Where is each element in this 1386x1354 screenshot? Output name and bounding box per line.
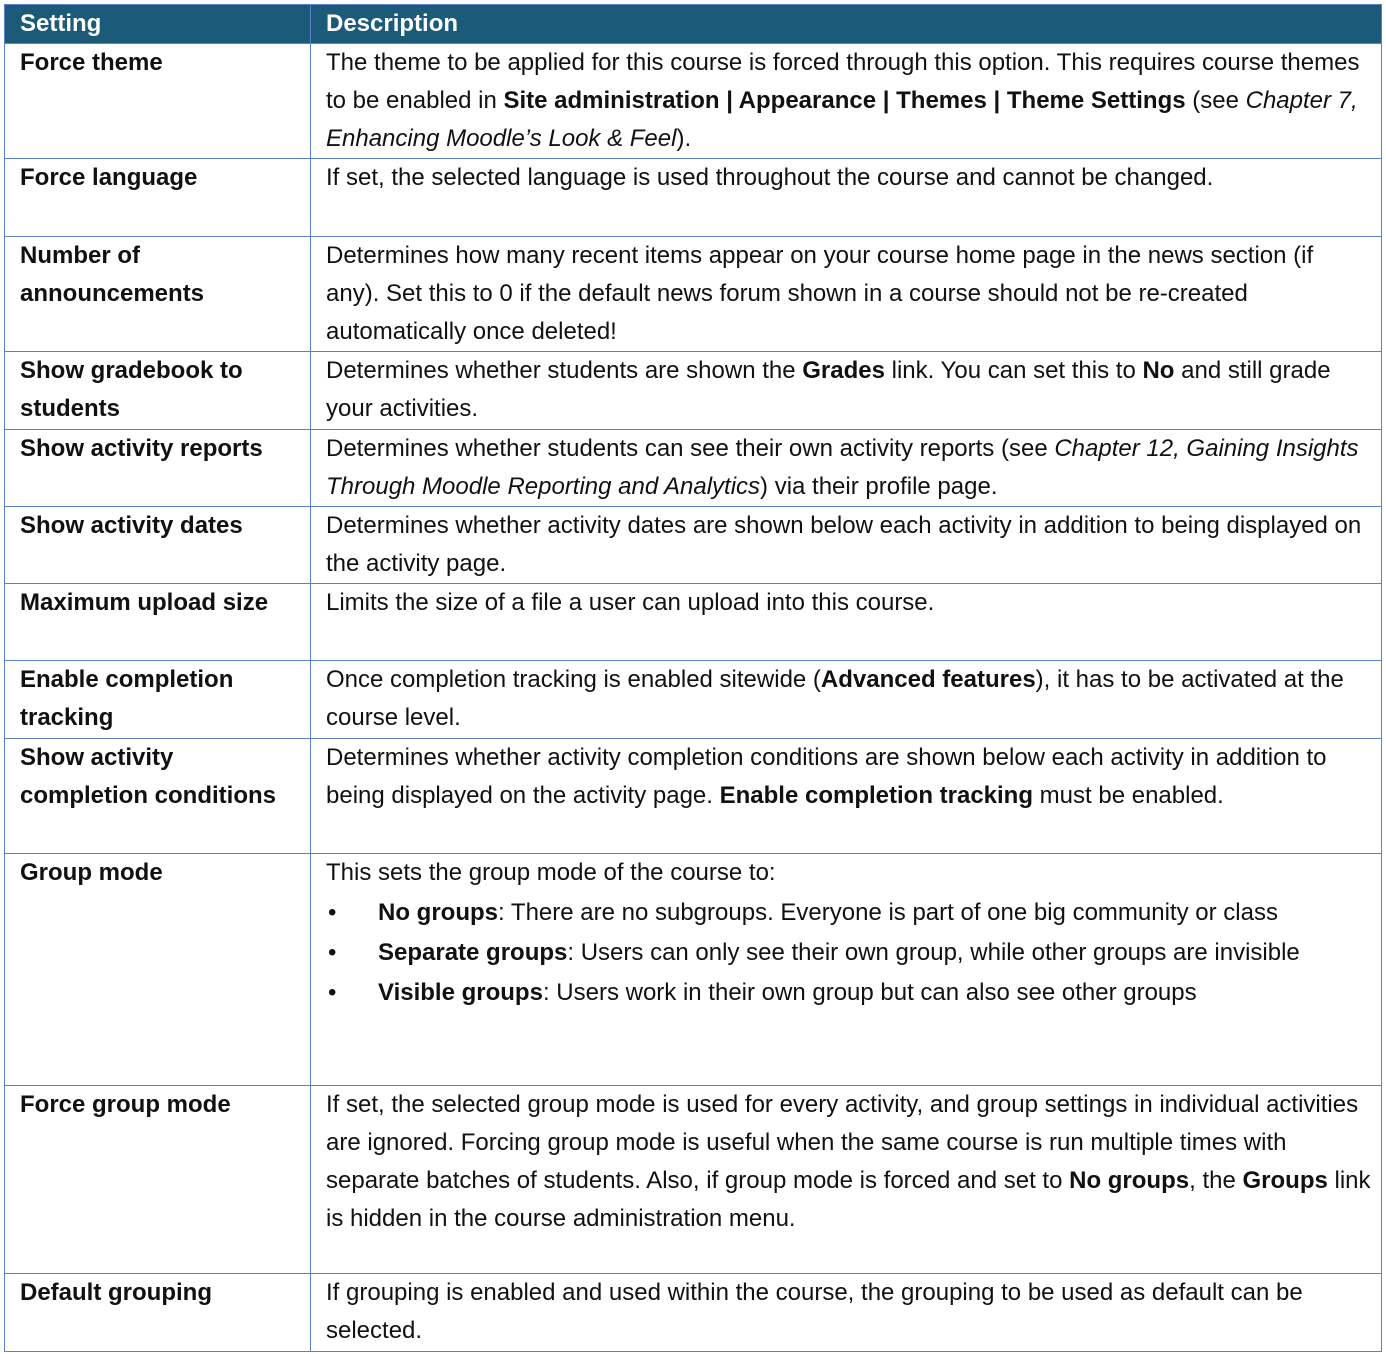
option-name: Visible groups: [378, 979, 543, 1006]
option-name: No groups: [378, 899, 498, 926]
desc-text: link. You can set this to: [884, 357, 1143, 384]
column-header-description: Description: [310, 4, 1382, 44]
setting-description: If set, the selected language is used th…: [310, 158, 1382, 237]
desc-text: Determines how many recent items appear …: [326, 242, 1314, 345]
list-item: • Visible groups: Users work in their own…: [326, 974, 1371, 1012]
column-header-setting: Setting: [4, 4, 311, 44]
course-settings-table: Setting Description Force theme The them…: [4, 4, 1382, 1352]
table-row: Show gradebook to students Determines wh…: [4, 351, 1382, 430]
desc-text: Once completion tracking is enabled site…: [326, 666, 821, 693]
setting-name: Show activity dates: [4, 506, 311, 584]
setting-name: Default grouping: [4, 1273, 311, 1352]
setting-description: Determines whether activity dates are sh…: [310, 506, 1382, 584]
bullet-icon: •: [328, 939, 337, 966]
setting-description: If grouping is enabled and used within t…: [310, 1273, 1382, 1352]
setting-name: Show activity reports: [4, 429, 311, 507]
desc-bold: Enable completion tracking: [719, 782, 1034, 809]
desc-text: Determines whether students are shown th…: [326, 357, 803, 384]
setting-name: Group mode: [4, 853, 311, 1086]
option-text: : Users work in their own group but can …: [542, 979, 1197, 1006]
table-header-row: Setting Description: [4, 4, 1382, 44]
bullet-icon: •: [328, 899, 337, 926]
desc-bold: No groups: [1069, 1167, 1190, 1194]
desc-text: Determines whether students can see thei…: [326, 435, 1055, 462]
setting-description: Limits the size of a file a user can upl…: [310, 583, 1382, 661]
table-row: Show activity reports Determines whether…: [4, 429, 1382, 507]
setting-description: Determines whether activity completion c…: [310, 738, 1382, 854]
setting-description: If set, the selected group mode is used …: [310, 1085, 1382, 1274]
table-row: Show activity completion conditions Dete…: [4, 738, 1382, 854]
setting-description: Determines whether students can see thei…: [310, 429, 1382, 507]
table-row: Force language If set, the selected lang…: [4, 158, 1382, 237]
desc-bold: Site administration | Appearance | Theme…: [503, 87, 1186, 114]
table-row: Maximum upload size Limits the size of a…: [4, 583, 1382, 661]
desc-bold: Grades: [802, 357, 885, 384]
desc-bold: Advanced features: [820, 666, 1036, 693]
table-row: Enable completion tracking Once completi…: [4, 660, 1382, 739]
option-text: : Users can only see their own group, wh…: [567, 939, 1300, 966]
group-mode-options-list: • No groups: There are no subgroups. Ever…: [326, 894, 1371, 1012]
setting-name: Force group mode: [4, 1085, 311, 1274]
desc-text: , the: [1189, 1167, 1243, 1194]
setting-name: Force language: [4, 158, 311, 237]
list-item: • Separate groups: Users can only see the…: [326, 934, 1371, 972]
table-row: Force theme The theme to be applied for …: [4, 43, 1382, 159]
list-item: • No groups: There are no subgroups. Ever…: [326, 894, 1371, 932]
setting-name: Show activity completion conditions: [4, 738, 311, 854]
table-row: Force group mode If set, the selected gr…: [4, 1085, 1382, 1274]
setting-name: Force theme: [4, 43, 311, 159]
desc-text: Determines whether activity dates are sh…: [326, 512, 1362, 577]
option-name: Separate groups: [378, 939, 568, 966]
setting-description: The theme to be applied for this course …: [310, 43, 1382, 159]
setting-description: Determines how many recent items appear …: [310, 236, 1382, 352]
setting-name: Maximum upload size: [4, 583, 311, 661]
desc-text: (see: [1185, 87, 1246, 114]
table-row: Number of announcements Determines how m…: [4, 236, 1382, 352]
setting-description: Once completion tracking is enabled site…: [310, 660, 1382, 739]
desc-text: If grouping is enabled and used within t…: [326, 1279, 1303, 1344]
bullet-icon: •: [328, 979, 337, 1006]
desc-text: Limits the size of a file a user can upl…: [326, 589, 935, 616]
setting-description: This sets the group mode of the course t…: [310, 853, 1382, 1086]
setting-name: Enable completion tracking: [4, 660, 311, 739]
option-text: : There are no subgroups. Everyone is pa…: [498, 899, 1278, 926]
desc-text: This sets the group mode of the course t…: [326, 859, 776, 886]
table-row: Default grouping If grouping is enabled …: [4, 1273, 1382, 1352]
desc-bold: Groups: [1242, 1167, 1328, 1194]
desc-text: If set, the selected language is used th…: [326, 164, 1214, 191]
desc-bold: No: [1142, 357, 1175, 384]
table-row: Show activity dates Determines whether a…: [4, 506, 1382, 584]
desc-text: ) via their profile page.: [760, 473, 998, 500]
setting-description: Determines whether students are shown th…: [310, 351, 1382, 430]
desc-text: must be enabled.: [1033, 782, 1224, 809]
desc-text: ).: [676, 125, 692, 152]
setting-name: Show gradebook to students: [4, 351, 311, 430]
setting-name: Number of announcements: [4, 236, 311, 352]
table-row: Group mode This sets the group mode of t…: [4, 853, 1382, 1086]
